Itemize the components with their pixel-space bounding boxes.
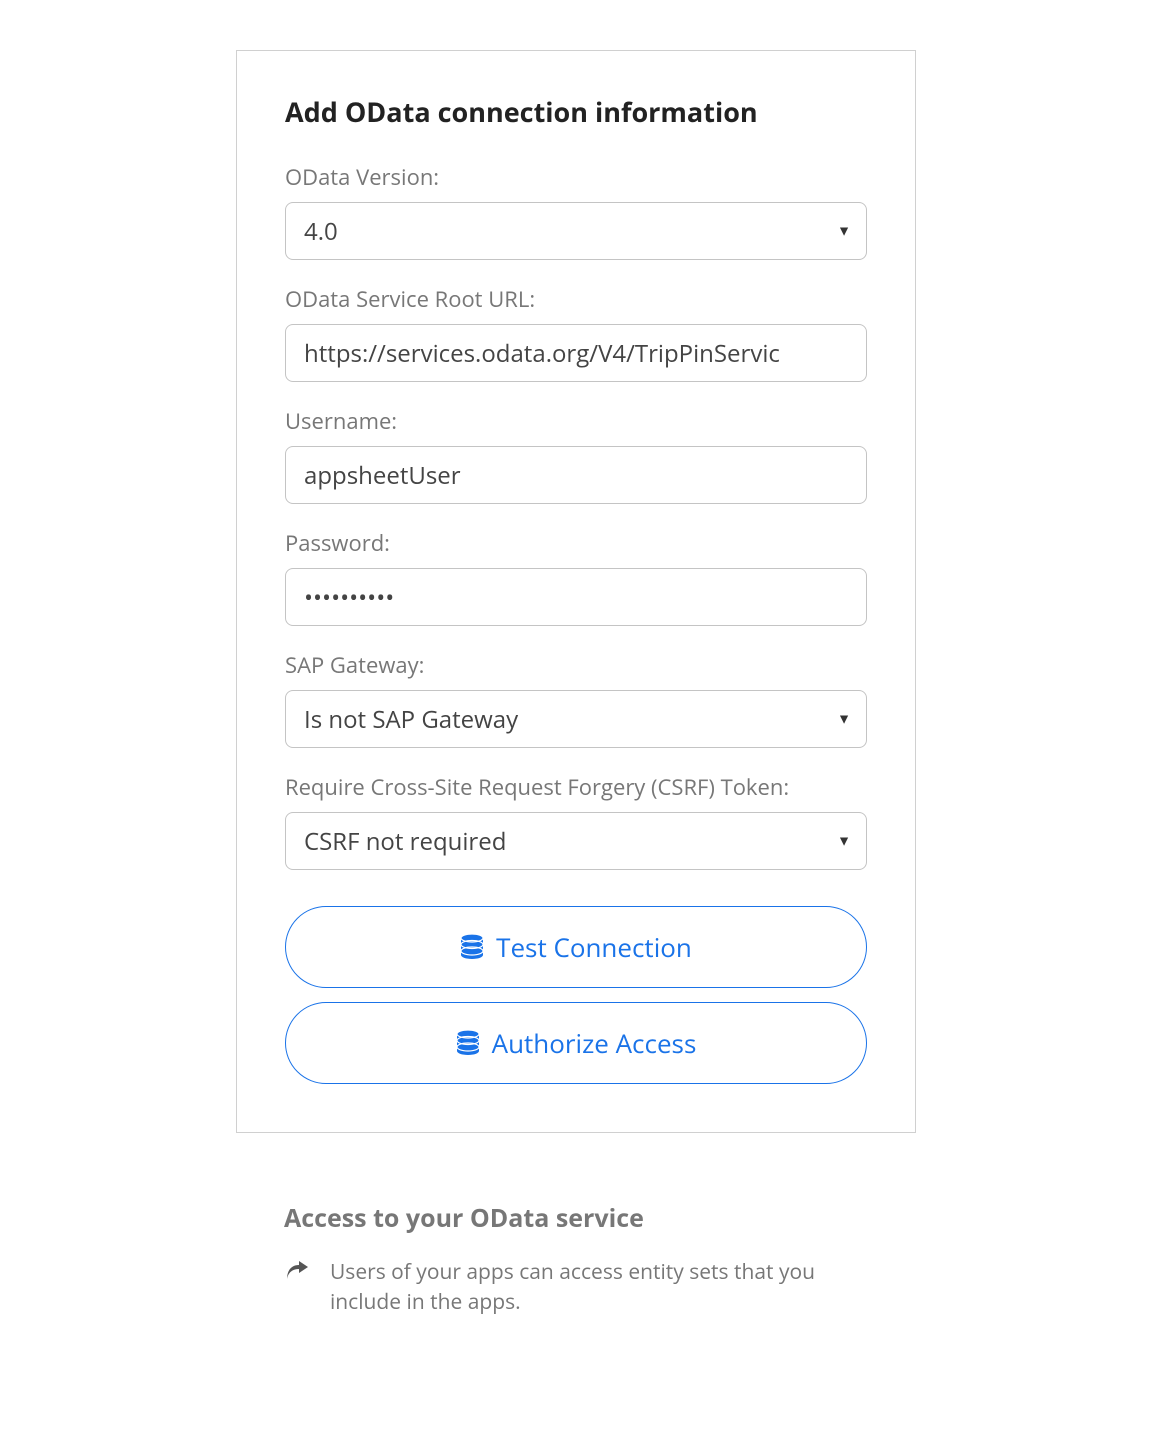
sap-gateway-label: SAP Gateway: bbox=[285, 650, 867, 680]
database-icon bbox=[460, 934, 484, 960]
card-title: Add OData connection information bbox=[285, 93, 867, 130]
database-icon bbox=[456, 1030, 480, 1056]
password-label: Password: bbox=[285, 528, 867, 558]
root-url-field: OData Service Root URL: bbox=[285, 284, 867, 382]
info-title: Access to your OData service bbox=[284, 1201, 868, 1235]
username-label: Username: bbox=[285, 406, 867, 436]
sap-gateway-field: SAP Gateway: Is not SAP Gateway ▼ bbox=[285, 650, 867, 748]
button-group: Test Connection Authorize Access bbox=[285, 906, 867, 1084]
root-url-input[interactable] bbox=[285, 324, 867, 382]
username-field: Username: bbox=[285, 406, 867, 504]
info-section: Access to your OData service Users of yo… bbox=[236, 1201, 916, 1318]
info-row: Users of your apps can access entity set… bbox=[284, 1257, 868, 1318]
test-connection-label: Test Connection bbox=[496, 929, 692, 965]
password-input[interactable] bbox=[285, 568, 867, 626]
csrf-select[interactable]: CSRF not required bbox=[285, 812, 867, 870]
info-text: Users of your apps can access entity set… bbox=[330, 1257, 868, 1318]
odata-version-field: OData Version: 4.0 ▼ bbox=[285, 162, 867, 260]
username-input[interactable] bbox=[285, 446, 867, 504]
authorize-access-label: Authorize Access bbox=[492, 1025, 697, 1061]
password-field: Password: bbox=[285, 528, 867, 626]
share-icon bbox=[284, 1259, 310, 1288]
csrf-field: Require Cross-Site Request Forgery (CSRF… bbox=[285, 772, 867, 870]
sap-gateway-select[interactable]: Is not SAP Gateway bbox=[285, 690, 867, 748]
odata-connection-card: Add OData connection information OData V… bbox=[236, 50, 916, 1133]
root-url-label: OData Service Root URL: bbox=[285, 284, 867, 314]
test-connection-button[interactable]: Test Connection bbox=[285, 906, 867, 988]
csrf-label: Require Cross-Site Request Forgery (CSRF… bbox=[285, 772, 867, 802]
authorize-access-button[interactable]: Authorize Access bbox=[285, 1002, 867, 1084]
odata-version-label: OData Version: bbox=[285, 162, 867, 192]
odata-version-select[interactable]: 4.0 bbox=[285, 202, 867, 260]
